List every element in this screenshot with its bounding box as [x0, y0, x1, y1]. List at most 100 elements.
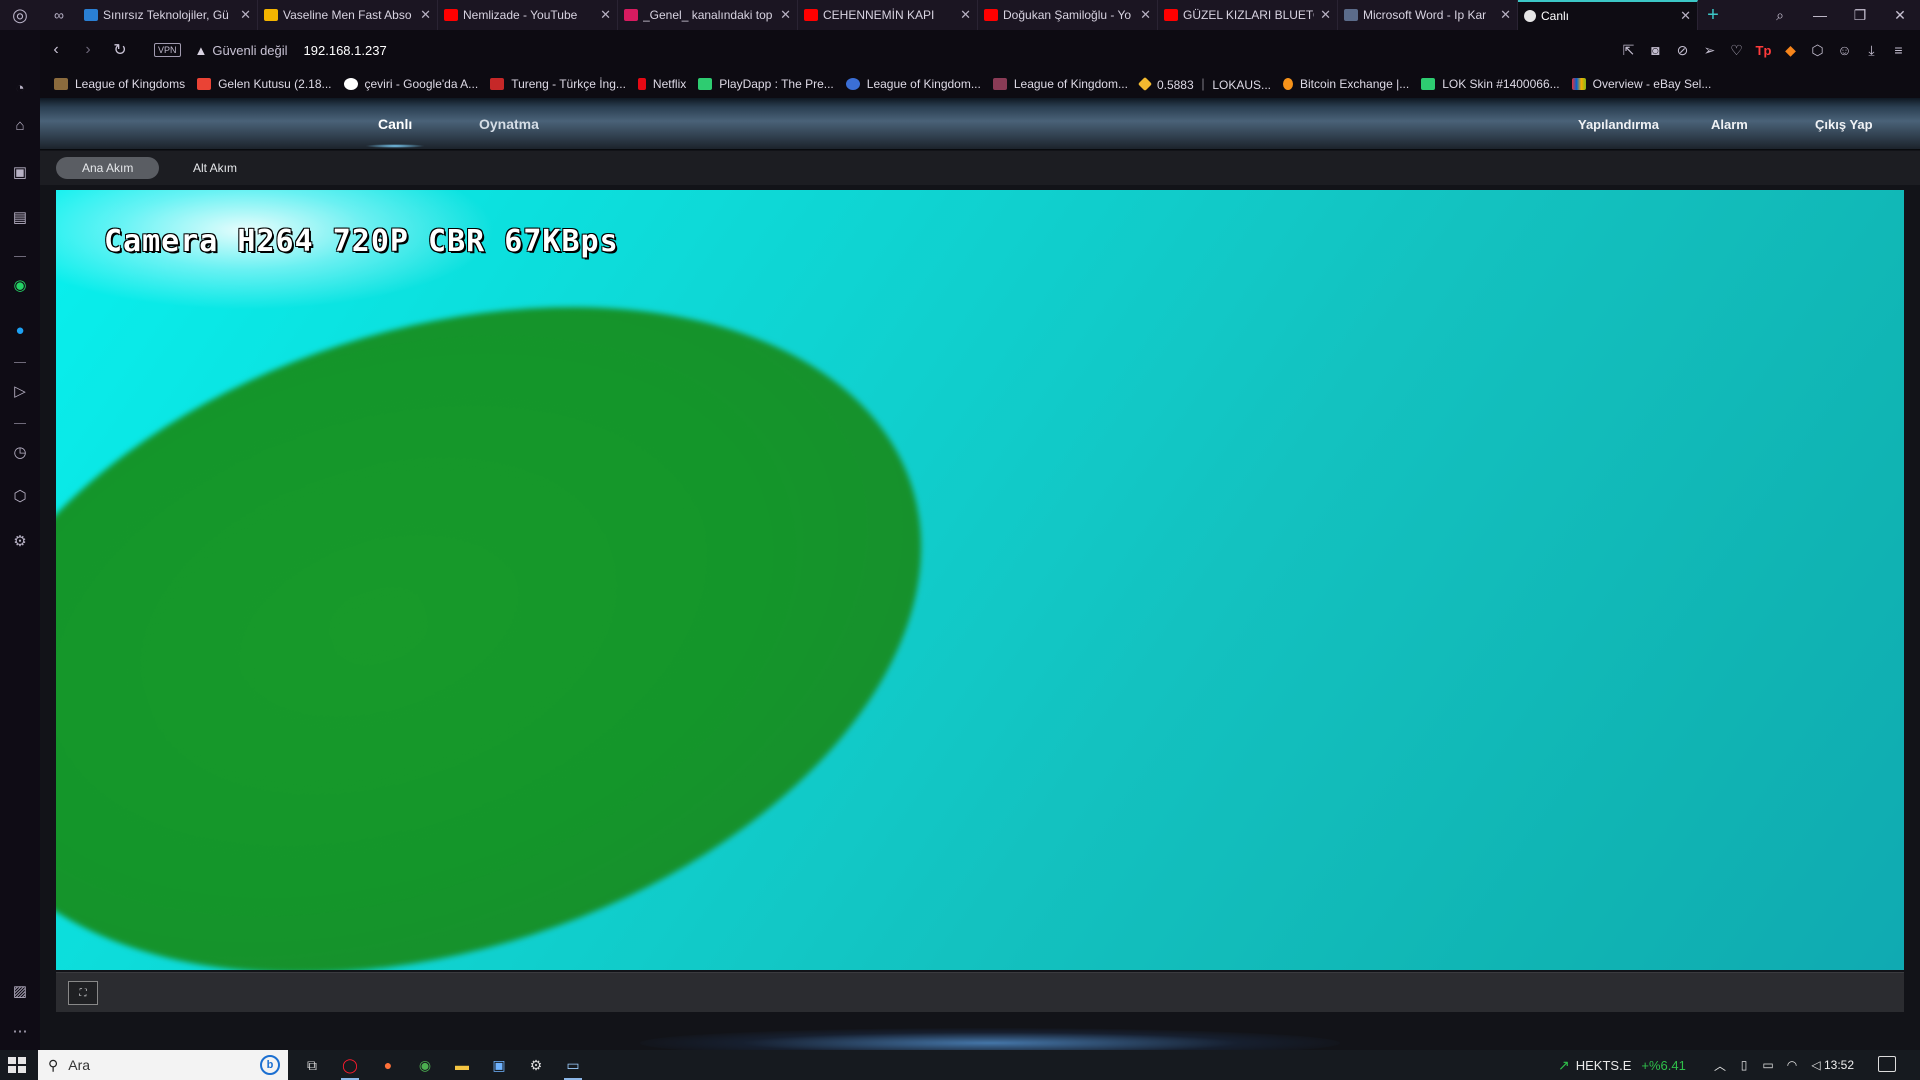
bookmark-item[interactable]: LOK Skin #1400066... — [1421, 77, 1560, 91]
extensions-cube-icon[interactable]: ⬡ — [9, 485, 31, 507]
fullscreen-button[interactable]: ⛶ — [68, 981, 98, 1005]
task-view-icon[interactable]: ⧉ — [297, 1053, 327, 1077]
tab-close-icon[interactable]: ✕ — [960, 7, 971, 23]
new-tab-button[interactable]: + — [1698, 0, 1728, 30]
tab-label: Nemlizade - YouTube — [463, 8, 578, 22]
speed-dial-icon[interactable]: ◔ — [9, 77, 31, 99]
nav-alarm[interactable]: Alarm — [1711, 98, 1748, 150]
extensions-cube-icon[interactable]: ⬡ — [1804, 42, 1831, 59]
tab-close-icon[interactable]: ✕ — [420, 7, 431, 23]
taskbar-search-box[interactable]: ⚲ Ara b — [38, 1050, 288, 1080]
download-icon[interactable]: ⤓ — [1858, 42, 1885, 59]
browser-tab[interactable]: _Genel_ kanalındaki top ✕ — [618, 0, 798, 30]
bookmark-item[interactable]: Gelen Kutusu (2.18... — [197, 77, 332, 91]
battery-icon[interactable]: ▭ — [1756, 1058, 1780, 1072]
restore-icon[interactable]: ❐ — [1840, 0, 1880, 30]
ad-block-icon[interactable]: ⊘ — [1669, 42, 1696, 59]
search-icon: ⚲ — [48, 1056, 59, 1073]
device-icon[interactable]: ▯ — [1732, 1058, 1756, 1072]
profile-icon[interactable]: ☺ — [1831, 42, 1858, 58]
bookmark-item[interactable]: 0.5883 ｜ LOKAUS... — [1137, 76, 1271, 93]
live-video-feed[interactable]: Camera H264 720P CBR 67KBps — [56, 190, 1904, 970]
stock-widget[interactable]: ↗ HEKTS.E +%6.41 — [1558, 1050, 1686, 1080]
send-icon[interactable]: ➢ — [1696, 42, 1723, 59]
snapshot-camera-icon[interactable]: ◙ — [1642, 42, 1669, 58]
windows-taskbar: ⚲ Ara b ⧉ ◯ ● ◉ ▬ ▣ ⚙ ▭ ↗ HEKTS.E +%6.41… — [0, 1050, 1920, 1080]
easy-setup-menu-icon[interactable]: ≡ — [1885, 42, 1912, 58]
metamask-fox-icon[interactable]: ◆ — [1777, 42, 1804, 59]
close-window-icon[interactable]: ✕ — [1880, 0, 1920, 30]
bookmark-item[interactable]: League of Kingdom... — [992, 77, 1128, 91]
tp-extension-icon[interactable]: Tp — [1750, 43, 1777, 58]
bookmark-item[interactable]: League of Kingdoms — [54, 77, 185, 91]
tab-search-magnifier-icon[interactable]: ⌕ — [1760, 0, 1800, 30]
tab-search-icon[interactable]: ∞ — [40, 0, 78, 30]
twitch-icon[interactable]: ▣ — [9, 161, 31, 183]
browser-tab[interactable]: CEHENNEMİN KAPI ✕ — [798, 0, 978, 30]
browser-tab[interactable]: Nemlizade - YouTube ✕ — [438, 0, 618, 30]
share-icon[interactable]: ⇱ — [1615, 42, 1642, 59]
bitcoin-icon — [1283, 78, 1294, 90]
taskbar-clock[interactable]: 13:52 — [1824, 1050, 1854, 1080]
notification-icon[interactable] — [1878, 1056, 1896, 1072]
wallpaper-icon[interactable]: ▨ — [9, 980, 31, 1002]
tab-close-icon[interactable]: ✕ — [1680, 8, 1691, 24]
file-explorer-icon[interactable]: ▬ — [447, 1053, 477, 1077]
nav-configuration[interactable]: Yapılandırma — [1578, 98, 1659, 150]
opera-gx-logo-icon[interactable]: ◎ — [0, 0, 40, 30]
minimize-icon[interactable]: — — [1800, 0, 1840, 30]
app-window-icon[interactable]: ▣ — [484, 1053, 514, 1077]
bookmark-item[interactable]: League of Kingdom... — [845, 77, 981, 91]
tab-close-icon[interactable]: ✕ — [1500, 7, 1511, 23]
security-indicator[interactable]: ▲ Güvenli değil — [195, 43, 288, 58]
bookmark-item[interactable]: Bitcoin Exchange |... — [1283, 77, 1409, 91]
tab-close-icon[interactable]: ✕ — [1320, 7, 1331, 23]
nav-playback[interactable]: Oynatma — [479, 98, 539, 150]
settings-gear-icon[interactable]: ⚙ — [9, 530, 31, 552]
settings-gear-icon[interactable]: ⚙ — [521, 1053, 551, 1077]
browser-tab-active[interactable]: Canlı ✕ — [1518, 0, 1698, 30]
tab-close-icon[interactable]: ✕ — [600, 7, 611, 23]
wifi-icon[interactable]: ◠ — [1780, 1058, 1804, 1072]
bookmark-item[interactable]: Overview - eBay Sel... — [1571, 77, 1711, 91]
browser-tab[interactable]: Sınırsız Teknolojiler, Gü ✕ — [78, 0, 258, 30]
bookmark-item[interactable]: PlayDapp : The Pre... — [698, 77, 834, 91]
tab-close-icon[interactable]: ✕ — [780, 7, 791, 23]
remote-desktop-icon[interactable]: ▭ — [558, 1053, 588, 1080]
more-icon[interactable]: ⋯ — [9, 1020, 31, 1042]
security-text: Güvenli değil — [212, 42, 288, 58]
bookmark-item[interactable]: Tureng - Türkçe İng... — [490, 77, 626, 91]
browser-tab[interactable]: GÜZEL KIZLARI BLUETO ✕ — [1158, 0, 1338, 30]
chrome-icon[interactable]: ◉ — [410, 1053, 440, 1077]
nav-live[interactable]: Canlı — [365, 98, 426, 150]
browser-tab[interactable]: Microsoft Word - Ip Kar ✕ — [1338, 0, 1518, 30]
vpn-badge[interactable]: VPN — [154, 43, 181, 57]
player-play-icon[interactable]: ▷ — [9, 380, 31, 402]
tab-close-icon[interactable]: ✕ — [1140, 7, 1151, 23]
video-osd-text: Camera H264 720P CBR 67KBps — [104, 224, 619, 259]
whatsapp-icon[interactable]: ◉ — [9, 274, 31, 296]
bookmark-heart-icon[interactable]: ♡ — [1723, 42, 1750, 59]
main-stream-button[interactable]: Ana Akım — [56, 157, 160, 179]
sub-stream-button[interactable]: Alt Akım — [167, 157, 263, 179]
nav-logout[interactable]: Çıkış Yap — [1815, 98, 1873, 150]
stock-change: +%6.41 — [1641, 1057, 1686, 1073]
back-icon[interactable]: ‹ — [40, 41, 72, 59]
opera-gx-taskbar-icon[interactable]: ◯ — [335, 1053, 365, 1080]
store-icon[interactable]: ⌂ — [9, 114, 31, 136]
tab-close-icon[interactable]: ✕ — [240, 7, 251, 23]
windows-start-icon[interactable] — [8, 1057, 26, 1073]
browser-tab[interactable]: Doğukan Şamiloğlu - Yo ✕ — [978, 0, 1158, 30]
player-icon[interactable]: ▤ — [9, 206, 31, 228]
chevron-up-icon[interactable]: ︿ — [1708, 1057, 1732, 1074]
browser-tab[interactable]: Vaseline Men Fast Abso ✕ — [258, 0, 438, 30]
twitter-icon[interactable]: ● — [9, 319, 31, 341]
bing-icon[interactable]: b — [260, 1055, 280, 1075]
url-field[interactable]: 192.168.1.237 — [304, 43, 387, 58]
forward-icon[interactable]: › — [72, 41, 104, 59]
bookmark-item[interactable]: Netflix — [637, 77, 686, 91]
firefox-icon[interactable]: ● — [373, 1053, 403, 1077]
bookmark-item[interactable]: çeviri - Google'da A... — [343, 77, 478, 91]
history-icon[interactable]: ◷ — [9, 441, 31, 463]
reload-icon[interactable]: ↻ — [104, 40, 136, 60]
